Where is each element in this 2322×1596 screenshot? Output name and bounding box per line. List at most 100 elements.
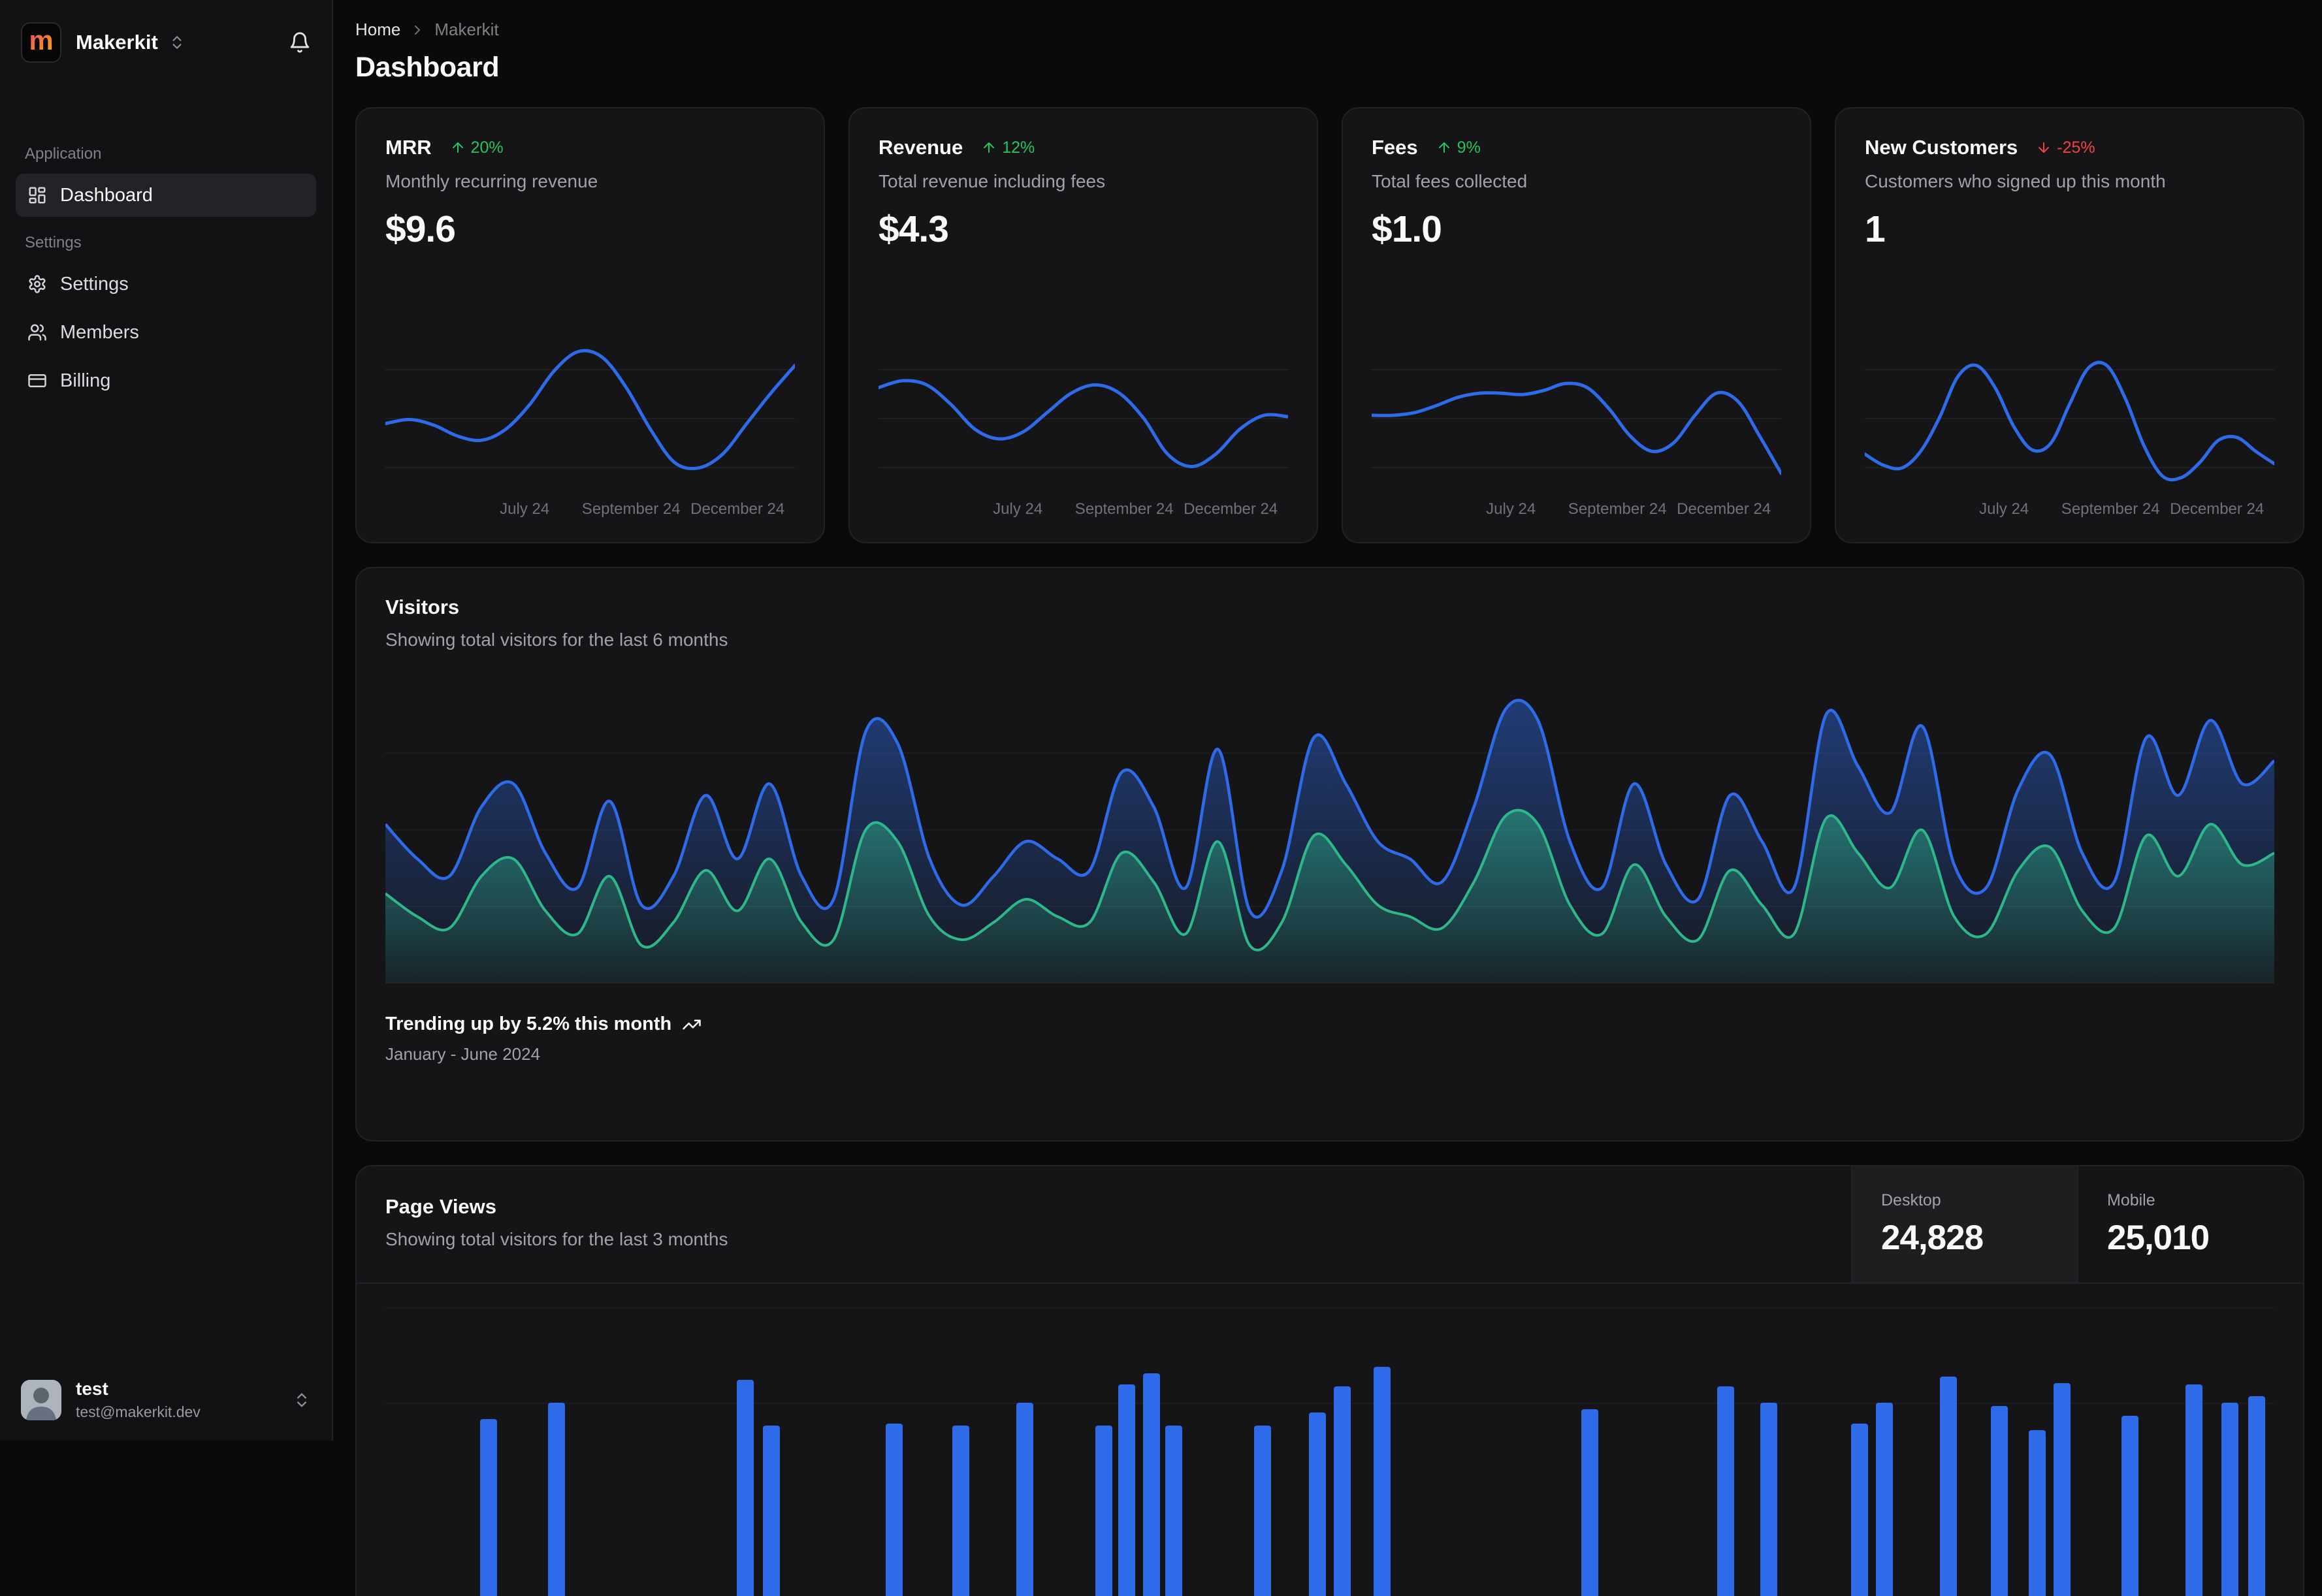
stat-title: Fees xyxy=(1372,136,1418,159)
stat-title: New Customers xyxy=(1865,136,2018,159)
page-title: Dashboard xyxy=(355,52,500,83)
stat-value: $1.0 xyxy=(1372,208,1442,250)
stat-card-revenue: Revenue 12% Total revenue including fees… xyxy=(848,107,1318,543)
sidebar-item-label: Billing xyxy=(60,370,111,391)
x-axis-tick-label: December 24 xyxy=(1184,500,1278,518)
user-menu[interactable]: test test@makerkit.dev xyxy=(16,1364,316,1441)
toggle-label: Desktop xyxy=(1881,1191,1941,1209)
visitors-date-range: January - June 2024 xyxy=(385,1044,541,1064)
chevron-right-icon xyxy=(410,22,425,38)
sparkline-x-axis: July 24 September 24 December 24 xyxy=(385,500,795,529)
user-avatar xyxy=(21,1379,61,1420)
x-axis-tick-label: December 24 xyxy=(1677,500,1771,518)
stat-title: MRR xyxy=(385,136,432,159)
page-views-bar xyxy=(952,1426,969,1596)
sparkline-svg xyxy=(385,349,795,471)
page-views-bar xyxy=(2053,1383,2071,1596)
stat-cards-row: MRR 20% Monthly recurring revenue $9.6 J… xyxy=(355,107,2304,543)
x-axis-tick-label: July 24 xyxy=(500,500,550,518)
page-views-bar xyxy=(1581,1409,1598,1596)
sidebar-item-label: Members xyxy=(60,321,139,343)
stat-subtitle: Total revenue including fees xyxy=(879,171,1106,191)
trending-up-icon xyxy=(683,1019,701,1029)
page-views-bar xyxy=(1118,1384,1136,1596)
gear-icon xyxy=(29,275,46,293)
arrow-down-icon xyxy=(2039,142,2050,153)
makerkit-logo-glyph: m xyxy=(29,25,54,56)
workspace-name: Makerkit xyxy=(76,31,158,54)
stat-subtitle: Monthly recurring revenue xyxy=(385,171,598,191)
page-views-bar xyxy=(1016,1403,1033,1596)
notifications-bell-button[interactable] xyxy=(289,31,311,54)
stat-sparkline-chart: July 24 September 24 December 24 xyxy=(879,337,1288,529)
page-views-bar xyxy=(1142,1373,1160,1596)
page-views-bar xyxy=(1373,1367,1391,1596)
page-views-bar xyxy=(1309,1412,1327,1596)
visitors-area-svg xyxy=(385,699,2274,983)
stat-sparkline-chart: July 24 September 24 December 24 xyxy=(1865,337,2274,529)
stat-value: 1 xyxy=(1865,208,1886,250)
page-views-bar xyxy=(1875,1403,1893,1596)
x-axis-tick-label: September 24 xyxy=(2061,500,2160,518)
page-views-bar xyxy=(1851,1424,1869,1596)
page-views-bar xyxy=(736,1380,754,1596)
page-views-bar xyxy=(1165,1426,1183,1596)
sidebar: m Makerkit Application Dashboard Settings… xyxy=(0,0,333,1441)
page-views-bar xyxy=(1991,1406,2008,1596)
sidebar-item-label: Settings xyxy=(60,273,129,295)
stat-trend-badge: 12% xyxy=(981,138,1035,157)
layout-dashboard-icon xyxy=(29,187,46,204)
user-name: test xyxy=(76,1379,108,1399)
page-views-bar xyxy=(2029,1430,2046,1596)
chevrons-up-down-icon xyxy=(169,34,185,51)
user-meta: test test@makerkit.dev xyxy=(76,1379,201,1421)
makerkit-logo: m xyxy=(21,22,61,63)
sidebar-item-members[interactable]: Members xyxy=(16,311,316,354)
gridline xyxy=(385,1307,2274,1309)
page-views-toggle-desktop[interactable]: Desktop 24,828 xyxy=(1851,1166,2077,1283)
sidebar-item-settings[interactable]: Settings xyxy=(16,263,316,306)
user-email: test@makerkit.dev xyxy=(76,1403,201,1420)
sidebar-item-dashboard[interactable]: Dashboard xyxy=(16,174,316,217)
stat-trend-value: 20% xyxy=(470,138,504,157)
stat-title: Revenue xyxy=(879,136,963,159)
page-views-bar xyxy=(547,1403,565,1596)
stat-card-new-customers: New Customers -25% Customers who signed … xyxy=(1835,107,2304,543)
gridline xyxy=(385,1403,2274,1404)
bell-icon xyxy=(290,32,310,53)
workspace-selector[interactable]: Makerkit xyxy=(76,31,185,54)
x-axis-tick-label: September 24 xyxy=(581,500,681,518)
page-views-bar xyxy=(2248,1396,2265,1596)
stat-trend-badge: 20% xyxy=(450,138,504,157)
credit-card-icon xyxy=(28,374,46,387)
sparkline-x-axis: July 24 September 24 December 24 xyxy=(1865,500,2274,529)
x-axis-tick-label: July 24 xyxy=(1486,500,1536,518)
stat-trend-badge: -25% xyxy=(2036,138,2095,157)
breadcrumb-home-link[interactable]: Home xyxy=(355,20,400,40)
sparkline-svg xyxy=(1865,360,2274,482)
page-views-bar xyxy=(2185,1384,2203,1596)
page-views-toggle-mobile[interactable]: Mobile 25,010 xyxy=(2077,1166,2303,1283)
page-views-bar xyxy=(1254,1426,1272,1596)
breadcrumb-current: Makerkit xyxy=(434,20,499,39)
visitors-card: Visitors Showing total visitors for the … xyxy=(355,567,2304,1141)
page-views-header-text: Page Views Showing total visitors for th… xyxy=(357,1166,1851,1283)
sidebar-item-billing[interactable]: Billing xyxy=(16,359,316,402)
sidebar-header: m Makerkit xyxy=(16,0,316,82)
chevrons-up-down-icon xyxy=(172,36,182,49)
x-axis-tick-label: September 24 xyxy=(1568,500,1667,518)
page-views-bar xyxy=(2221,1403,2239,1596)
chevrons-up-down-icon xyxy=(297,1393,306,1407)
x-axis-tick-label: December 24 xyxy=(2170,500,2265,518)
page-views-subtitle: Showing total visitors for the last 3 mo… xyxy=(385,1229,728,1249)
toggle-value: 25,010 xyxy=(2107,1219,2210,1257)
x-axis-tick-label: July 24 xyxy=(993,500,1043,518)
sparkline-svg xyxy=(1372,369,1781,475)
stat-subtitle: Total fees collected xyxy=(1372,171,1528,191)
page-views-bar xyxy=(1760,1403,1778,1596)
stat-subtitle: Customers who signed up this month xyxy=(1865,171,2166,191)
stat-trend-value: -25% xyxy=(2057,138,2095,157)
sidebar-section-label: Settings xyxy=(25,234,82,251)
sidebar-item-label: Dashboard xyxy=(60,184,153,206)
stat-trend-value: 9% xyxy=(1457,138,1481,157)
